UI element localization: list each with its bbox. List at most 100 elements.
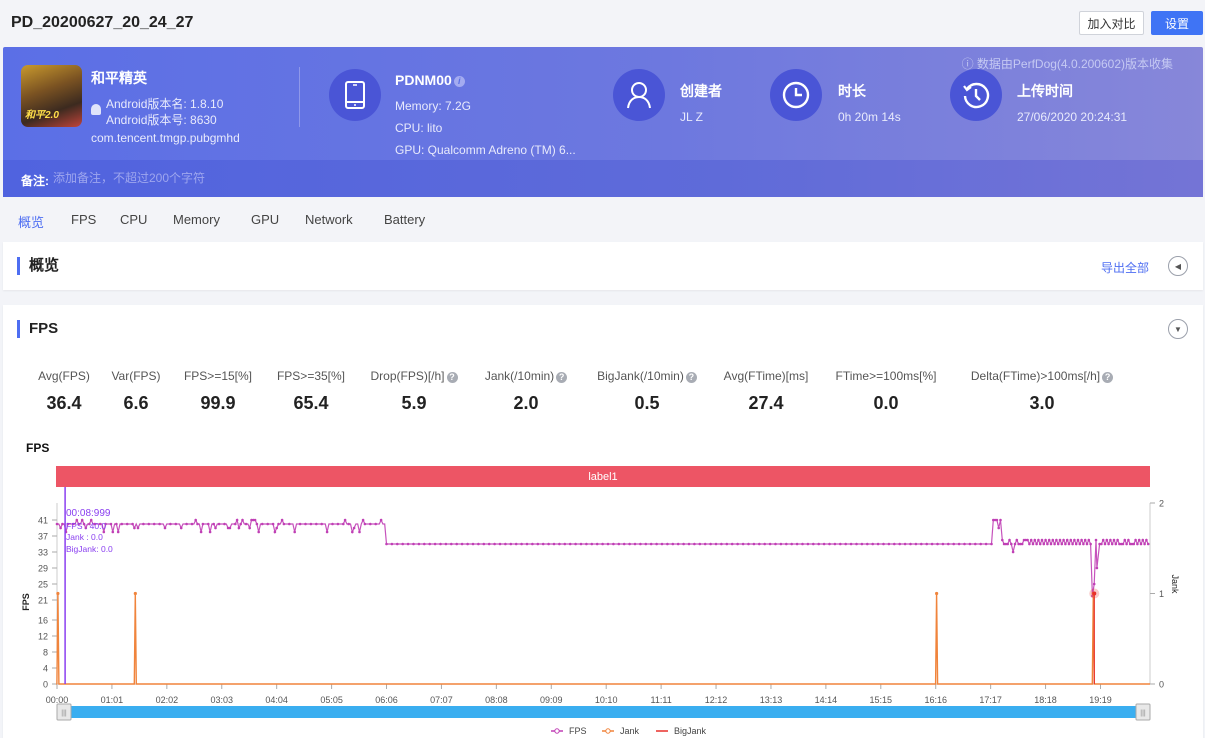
collapse-down-button[interactable]: ▼ (1168, 319, 1188, 339)
fps-point (990, 542, 993, 546)
fps-chart: label1 0481216212529333741FPS012Jank00:0… (21, 466, 1180, 736)
jank-series-line (56, 593, 1150, 685)
fps-point (379, 518, 383, 522)
label-band-text: label1 (588, 471, 617, 483)
y-tick-label: 33 (38, 548, 48, 558)
fps-point (839, 542, 842, 546)
fps-point (207, 522, 210, 526)
settings-button[interactable]: 设置 (1151, 11, 1203, 35)
device-model: PDNM00 i (395, 72, 465, 88)
x-tick-label: 18:18 (1034, 695, 1057, 705)
fps-point (666, 542, 669, 546)
help-icon[interactable]: ? (446, 372, 458, 383)
note-input[interactable] (53, 169, 353, 187)
x-tick-label: 17:17 (979, 695, 1002, 705)
add-to-compare-button[interactable]: 加入对比 (1079, 11, 1144, 35)
collapse-left-button[interactable]: ◀ (1168, 256, 1188, 276)
fps-point (1020, 542, 1024, 546)
fps-point (622, 542, 626, 546)
tab-network[interactable]: Network (305, 212, 353, 227)
tab-fps[interactable]: FPS (71, 212, 96, 227)
fps-point (1001, 538, 1004, 542)
metric-drop-fps: Drop(FPS)[/h]? 5.9 (367, 369, 461, 414)
fps-point (801, 542, 804, 546)
fps-point (714, 542, 718, 546)
fps-point (450, 542, 453, 546)
help-icon[interactable]: ? (1102, 372, 1114, 383)
fps-point (1089, 542, 1092, 546)
fps-point (1082, 542, 1085, 546)
metric-value: 36.4 (46, 393, 82, 413)
fps-point (275, 526, 279, 530)
fps-point (633, 542, 637, 546)
fps-point (277, 522, 280, 526)
fps-point (758, 542, 761, 546)
fps-point (644, 542, 648, 546)
metric-label: Delta(FTime)>100ms[/h]? (962, 369, 1122, 383)
device-info-icon[interactable]: i (453, 76, 465, 87)
legend-label-jank[interactable]: Jank (620, 726, 640, 736)
fps-point (1062, 538, 1065, 542)
fps-point (363, 522, 367, 526)
metric-label-text: BigJank(/10min) (597, 369, 684, 383)
x-tick-label: 02:02 (156, 695, 179, 705)
fps-point (1074, 542, 1078, 546)
y-tick-label: 37 (38, 532, 48, 542)
help-icon[interactable]: ? (556, 372, 568, 383)
fps-section-title: FPS (17, 320, 58, 338)
fps-point (1114, 542, 1118, 546)
legend-label-bigjank[interactable]: BigJank (674, 726, 707, 736)
fps-point (709, 542, 712, 546)
fps-point (660, 542, 664, 546)
fps-point (120, 522, 124, 526)
help-icon[interactable]: ? (685, 372, 697, 383)
fps-point (720, 542, 723, 546)
device-memory: Memory: 7.2G (395, 99, 472, 113)
tab-cpu[interactable]: CPU (120, 212, 147, 227)
fps-point (428, 542, 432, 546)
tab-battery[interactable]: Battery (384, 212, 425, 227)
fps-point (1087, 538, 1091, 542)
fps-point (342, 522, 345, 526)
metric-label: Avg(FTime)[ms] (723, 369, 809, 383)
y-tick-label: 12 (38, 632, 48, 642)
duration-value: 0h 20m 14s (838, 110, 901, 124)
tab-memory[interactable]: Memory (173, 212, 220, 227)
legend-marker-jank (605, 728, 611, 734)
tab-overview[interactable]: 概览 (18, 212, 44, 231)
fps-point (1136, 542, 1139, 546)
y-tick-label: 0 (43, 680, 48, 690)
fps-point (1056, 542, 1060, 546)
metric-value: 2.0 (513, 393, 539, 413)
fps-point (1069, 538, 1073, 542)
y-tick-label: 25 (38, 580, 48, 590)
tab-gpu[interactable]: GPU (251, 212, 279, 227)
export-all-link[interactable]: 导出全部 (1101, 259, 1149, 276)
fps-point (185, 522, 188, 526)
fps-point (676, 542, 680, 546)
fps-point (1038, 542, 1042, 546)
fps-point (1028, 542, 1031, 546)
fps-point (509, 542, 513, 546)
fps-point (682, 542, 685, 546)
fps-point (255, 522, 259, 526)
fps-point (199, 530, 203, 534)
overview-card: 概览 导出全部 ◀ (3, 242, 1203, 290)
data-source-note: ⓘ 数据由PerfDog(4.0.200602)版本收集 (961, 57, 1173, 71)
fps-point (288, 522, 291, 526)
y-tick-label: 41 (38, 516, 48, 526)
upload-time-label: 上传时间 (1017, 83, 1073, 99)
fps-point (1026, 538, 1029, 542)
fps-point (574, 542, 577, 546)
fps-point (235, 518, 239, 522)
fps-point (116, 530, 120, 534)
jank-point (56, 591, 60, 596)
fps-point (736, 542, 739, 546)
fps-point (273, 530, 277, 534)
phone-icon (329, 69, 381, 121)
metric-value: 65.4 (293, 393, 329, 413)
legend-label-fps[interactable]: FPS (569, 726, 587, 736)
fps-point (1095, 566, 1099, 570)
fps-point (504, 542, 507, 546)
fps-point (984, 542, 988, 546)
